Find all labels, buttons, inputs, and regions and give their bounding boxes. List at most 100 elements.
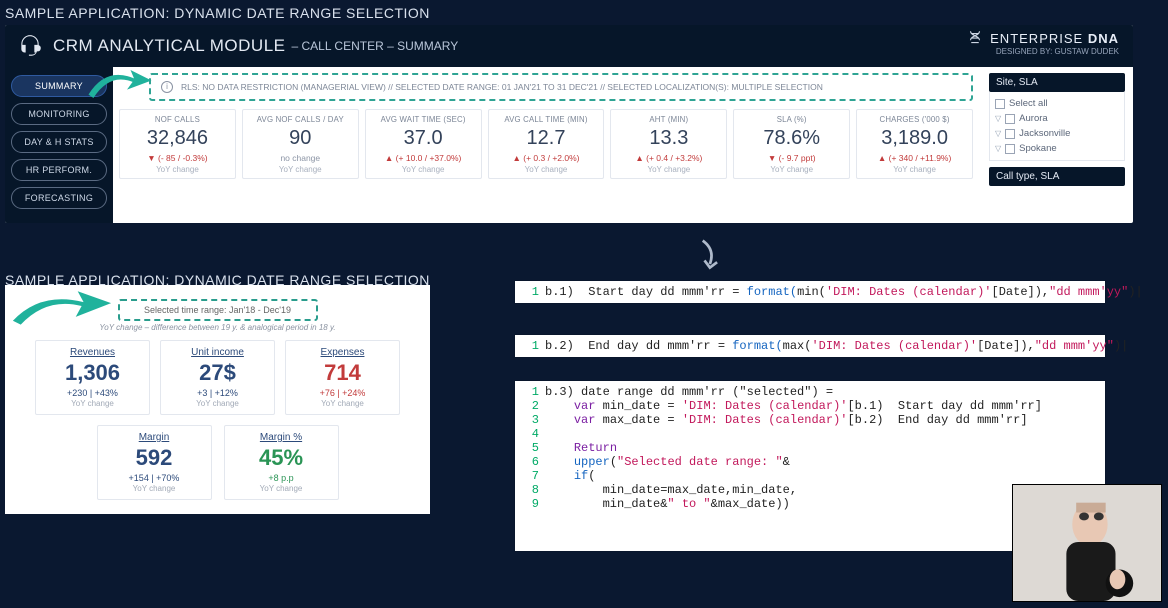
kpi-card: AVG NOF CALLS / DAY90no changeYoY change <box>242 109 359 179</box>
crm-main: i RLS: NO DATA RESTRICTION (MANAGERIAL V… <box>113 67 983 223</box>
crm-title: CRM ANALYTICAL MODULE <box>53 36 286 56</box>
nav-summary[interactable]: SUMMARY <box>11 75 107 97</box>
kpi-delta: ▲ (+ 0.3 / +2.0%) <box>492 153 601 163</box>
chevron-down-icon: ▽ <box>995 129 1001 138</box>
nav-day-h-stats[interactable]: DAY & H STATS <box>11 131 107 153</box>
card-delta: +230 | +43% <box>40 388 145 398</box>
chevron-down-icon: ▽ <box>995 114 1001 123</box>
checkbox-icon[interactable] <box>1005 114 1015 124</box>
kpi-card: CHARGES ('000 $) 3,189.0 ▲ (+ 340 / +11.9%… <box>856 109 973 179</box>
card-label: Unit income <box>165 347 270 358</box>
kpi-value: 3,189.0 <box>860 127 969 150</box>
cards-row-1: Revenues1,306+230 | +43%YoY changeUnit i… <box>17 340 418 415</box>
kpi-label: NOF CALLS <box>123 115 232 124</box>
slicer-item[interactable]: ▽Spokane <box>995 141 1119 156</box>
card-yoy: YoY change <box>229 484 334 493</box>
kpi-yoy: YoY change <box>737 165 846 174</box>
card-value: 592 <box>102 445 207 471</box>
brand: ENTERPRISE DNA DESIGNED BY: GUSTAW DUDEK <box>966 29 1119 56</box>
card-yoy: YoY change <box>165 399 270 408</box>
app2-block: Selected time range: Jan'18 - Dec'19 YoY… <box>5 285 430 514</box>
card-yoy: YoY change <box>290 399 395 408</box>
cards-row-2: Margin 592 +154 | +70% YoY change Margin % 45… <box>17 425 418 500</box>
slicer-select-all[interactable]: Select all <box>995 96 1119 111</box>
card-label: Margin % <box>229 432 334 443</box>
kpi-yoy: YoY change <box>123 165 232 174</box>
checkbox-icon[interactable] <box>1005 129 1015 139</box>
metric-card: Revenues 1,306 +230 | +43%YoY change <box>35 340 150 415</box>
slicer-site-title: Site, SLA <box>989 73 1125 92</box>
kpi-yoy: YoY change <box>860 165 969 174</box>
info-icon: i <box>161 81 173 93</box>
kpi-label: AVG WAIT TIME (SEC) <box>369 115 478 124</box>
card-delta: +8 p.p <box>229 473 334 483</box>
checkbox-icon[interactable] <box>1005 144 1015 154</box>
crm-subtitle: – CALL CENTER – SUMMARY <box>292 39 459 53</box>
kpi-label: AVG NOF CALLS / DAY <box>246 115 355 124</box>
metric-card: Expenses 714 +76 | +24%YoY change <box>285 340 400 415</box>
crm-block: CRM ANALYTICAL MODULE – CALL CENTER – SU… <box>5 25 1133 223</box>
card-delta: +154 | +70% <box>102 473 207 483</box>
kpi-delta: ▲ (+ 340 / +11.9%) <box>860 153 969 163</box>
sidebar: SUMMARY MONITORING DAY & H STATS HR PERFORM… <box>5 67 113 223</box>
kpi-value: 90 <box>246 127 355 150</box>
card-label: Revenues <box>40 347 145 358</box>
slicer-calltype-title: Call type, SLA <box>989 167 1125 186</box>
kpi-card: NOF CALLS 32,846 ▼ (- 85 / -0.3%) YoY chang… <box>119 109 236 179</box>
rls-bar: i RLS: NO DATA RESTRICTION (MANAGERIAL V… <box>149 73 973 101</box>
chevron-down-icon: ▽ <box>995 144 1001 153</box>
card-yoy: YoY change <box>40 399 145 408</box>
brand-designed: DESIGNED BY: GUSTAW DUDEK <box>966 47 1119 56</box>
kpi-label: SLA (%) <box>737 115 846 124</box>
arrow-icon <box>7 287 115 327</box>
kpi-value: 78.6% <box>737 127 846 150</box>
nav-monitoring[interactable]: MONITORING <box>11 103 107 125</box>
kpi-yoy: YoY change <box>369 165 478 174</box>
nav-forecasting[interactable]: FORECASTING <box>11 187 107 209</box>
brand-name: ENTERPRISE DNA <box>990 31 1119 46</box>
nav-hr-perform-[interactable]: HR PERFORM. <box>11 159 107 181</box>
section-title-top: SAMPLE APPLICATION: DYNAMIC DATE RANGE S… <box>5 5 1168 21</box>
selected-note: YoY change – difference between 19 y. & … <box>17 323 418 332</box>
kpi-card: AHT (MIN)13.3▲ (+ 0.4 / +3.2%)YoY change <box>610 109 727 179</box>
kpi-delta: ▲ (+ 10.0 / +37.0%) <box>369 153 478 163</box>
kpi-value: 12.7 <box>492 127 601 150</box>
slicer-panel: Site, SLA Select all ▽Aurora▽Jacksonvill… <box>983 67 1133 223</box>
kpi-delta: ▼ (- 85 / -0.3%) <box>123 153 232 163</box>
kpi-label: AVG CALL TIME (MIN) <box>492 115 601 124</box>
webcam-thumbnail <box>1012 484 1162 602</box>
kpi-row: NOF CALLS 32,846 ▼ (- 85 / -0.3%) YoY chang… <box>119 109 973 179</box>
kpi-value: 13.3 <box>614 127 723 150</box>
metric-card: Margin592+154 | +70%YoY change <box>97 425 212 500</box>
card-label: Margin <box>102 432 207 443</box>
card-value: 45% <box>229 445 334 471</box>
flow-arrow-icon <box>695 237 723 273</box>
kpi-delta: ▲ (+ 0.4 / +3.2%) <box>614 153 723 163</box>
card-delta: +76 | +24% <box>290 388 395 398</box>
kpi-label: CHARGES ('000 $) <box>860 115 969 124</box>
metric-card: Unit income 27$ +3 | +12%YoY change <box>160 340 275 415</box>
kpi-value: 37.0 <box>369 127 478 150</box>
slicer-site-body: Select all ▽Aurora▽Jacksonville▽Spokane <box>989 92 1125 161</box>
dna-icon <box>966 29 984 47</box>
crm-header: CRM ANALYTICAL MODULE – CALL CENTER – SU… <box>5 25 1133 67</box>
card-label: Expenses <box>290 347 395 358</box>
card-value: 1,306 <box>40 360 145 386</box>
kpi-yoy: YoY change <box>246 165 355 174</box>
card-value: 27$ <box>165 360 270 386</box>
kpi-card: SLA (%) 78.6% ▼ (- 9.7 ppt) YoY change <box>733 109 850 179</box>
kpi-card: AVG CALL TIME (MIN) 12.7 ▲ (+ 0.3 / +2.0%)… <box>488 109 605 179</box>
kpi-delta: ▼ (- 9.7 ppt) <box>737 153 846 163</box>
kpi-value: 32,846 <box>123 127 232 150</box>
slicer-item[interactable]: ▽Jacksonville <box>995 126 1119 141</box>
card-value: 714 <box>290 360 395 386</box>
metric-card: Margin % 45% +8 p.pYoY change <box>224 425 339 500</box>
selected-range: Selected time range: Jan'18 - Dec'19 <box>118 299 318 321</box>
kpi-yoy: YoY change <box>614 165 723 174</box>
rls-text: RLS: NO DATA RESTRICTION (MANAGERIAL VIE… <box>181 82 823 92</box>
kpi-card: AVG WAIT TIME (SEC) 37.0 ▲ (+ 10.0 / +37.0… <box>365 109 482 179</box>
card-delta: +3 | +12% <box>165 388 270 398</box>
checkbox-icon[interactable] <box>995 99 1005 109</box>
code-block-2: 1b.2) End day dd mmm'rr = format(max('DI… <box>515 335 1105 357</box>
slicer-item[interactable]: ▽Aurora <box>995 111 1119 126</box>
